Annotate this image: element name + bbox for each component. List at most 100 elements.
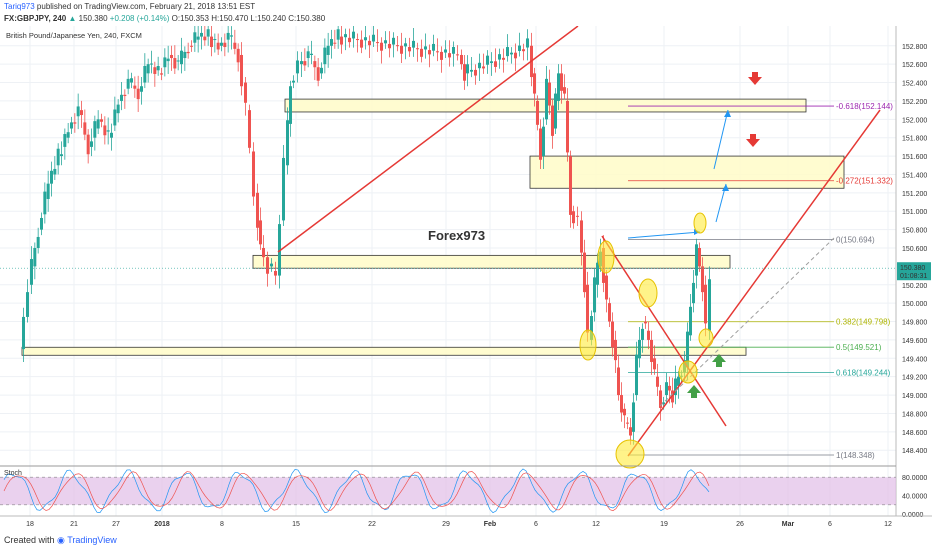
chart-area[interactable]: -0.618(152.144) -0.272(151.332) 0(150.694)… bbox=[0, 26, 932, 530]
candle-body bbox=[50, 170, 53, 184]
candle-body bbox=[548, 82, 551, 106]
candle-body bbox=[456, 54, 459, 56]
price-tick-label: 150.200 bbox=[902, 283, 927, 290]
candle-body bbox=[106, 130, 110, 132]
candle-body bbox=[93, 121, 97, 138]
candle-body bbox=[580, 220, 583, 253]
highlight-ellipse-6 bbox=[678, 360, 698, 384]
candle-body bbox=[226, 32, 230, 40]
fib-label: 0.5(149.521) bbox=[836, 343, 882, 352]
candle-body bbox=[416, 48, 419, 50]
candle-body bbox=[545, 78, 548, 120]
candle-body bbox=[166, 58, 170, 62]
candle-body bbox=[160, 73, 163, 75]
candle-body bbox=[274, 270, 277, 276]
candle-body bbox=[96, 119, 100, 129]
candle-body bbox=[320, 67, 323, 74]
candle-body bbox=[474, 69, 477, 76]
candle-body bbox=[173, 58, 177, 69]
candle-body bbox=[569, 156, 572, 215]
ohlc-line: FX:GBPJPY, 240 ▲ 150.380 +0.208 (+0.14%)… bbox=[4, 14, 325, 23]
candle-body bbox=[200, 32, 203, 37]
candle-body bbox=[704, 284, 707, 324]
candle-body bbox=[326, 45, 330, 55]
countdown-label: 01:08:31 bbox=[900, 273, 927, 280]
candle-body bbox=[100, 119, 103, 122]
time-tick-label: Feb bbox=[484, 521, 496, 528]
author-link[interactable]: Tariq973 bbox=[4, 2, 35, 11]
candle-body bbox=[514, 52, 517, 59]
candle-body bbox=[103, 125, 107, 136]
candle-body bbox=[502, 57, 505, 60]
zone-box bbox=[252, 254, 731, 269]
candle-body bbox=[641, 328, 644, 340]
candle-body bbox=[368, 40, 371, 46]
tradingview-brand[interactable]: TradingView bbox=[67, 535, 117, 545]
candle-body bbox=[572, 211, 575, 224]
up-arrow-icon: ▲ bbox=[68, 14, 77, 23]
time-tick-label: 12 bbox=[884, 521, 892, 528]
candle-body bbox=[436, 51, 439, 53]
fib-label: -0.618(152.144) bbox=[836, 102, 893, 111]
candle-body bbox=[424, 46, 427, 50]
stoch-tick-label: 80.0000 bbox=[902, 475, 927, 482]
candle-body bbox=[248, 110, 251, 148]
candle-body bbox=[576, 215, 579, 217]
candle-body bbox=[53, 168, 57, 175]
candle-body bbox=[90, 141, 93, 147]
candle-body bbox=[635, 354, 638, 396]
candle-body bbox=[310, 53, 313, 55]
candle-body bbox=[364, 37, 367, 41]
candle-body bbox=[554, 93, 557, 129]
candle-body bbox=[644, 321, 647, 324]
price-tick-label: 151.200 bbox=[902, 191, 927, 198]
candle-body bbox=[551, 105, 554, 136]
price-tick-label: 149.200 bbox=[902, 375, 927, 382]
open-value: O:150.353 bbox=[171, 14, 210, 23]
candle bbox=[554, 88, 557, 135]
candle-body bbox=[486, 55, 489, 65]
candle bbox=[248, 104, 251, 154]
candle-body bbox=[56, 148, 60, 166]
candle-body bbox=[236, 48, 240, 63]
candle-body bbox=[563, 87, 566, 94]
candle-body bbox=[163, 57, 167, 68]
publish-line: Tariq973 published on TradingView.com, F… bbox=[4, 2, 255, 11]
candle-body bbox=[303, 61, 307, 66]
candle-body bbox=[83, 122, 87, 135]
fib-label: 0.382(149.798) bbox=[836, 318, 891, 327]
candle-body bbox=[126, 78, 130, 89]
candle-body bbox=[412, 40, 415, 48]
price-tick-label: 149.000 bbox=[902, 393, 927, 400]
time-tick-label: 29 bbox=[442, 521, 450, 528]
highlight-ellipse-4 bbox=[693, 212, 707, 234]
candle-body bbox=[542, 126, 545, 157]
candle-body bbox=[629, 427, 632, 436]
candle-body bbox=[193, 32, 197, 43]
candle-body bbox=[466, 64, 469, 74]
price-tick-label: 148.400 bbox=[902, 448, 927, 455]
candle-body bbox=[70, 122, 73, 129]
time-tick-label: 21 bbox=[70, 521, 78, 528]
candle-body bbox=[63, 134, 67, 147]
price-tick-label: 151.800 bbox=[902, 136, 927, 143]
price-tick-label: 151.600 bbox=[902, 154, 927, 161]
candle-body bbox=[638, 339, 641, 359]
candle-body bbox=[282, 157, 285, 221]
candle-body bbox=[120, 94, 123, 101]
candle-body bbox=[22, 316, 25, 350]
time-tick-label: 19 bbox=[660, 521, 668, 528]
candle-body bbox=[123, 94, 127, 97]
candle-body bbox=[233, 42, 237, 49]
candle-body bbox=[116, 104, 120, 114]
last-price: 150.380 bbox=[78, 14, 108, 23]
candle-body bbox=[150, 63, 153, 65]
candle-body bbox=[196, 36, 200, 40]
candle-body bbox=[26, 292, 29, 317]
time-tick-label: 8 bbox=[220, 521, 224, 528]
candle-body bbox=[146, 64, 150, 74]
publish-info: published on TradingView.com, February 2… bbox=[36, 2, 256, 11]
candle-body bbox=[340, 36, 343, 45]
candle-body bbox=[526, 38, 529, 48]
price-tick-label: 148.800 bbox=[902, 411, 927, 418]
